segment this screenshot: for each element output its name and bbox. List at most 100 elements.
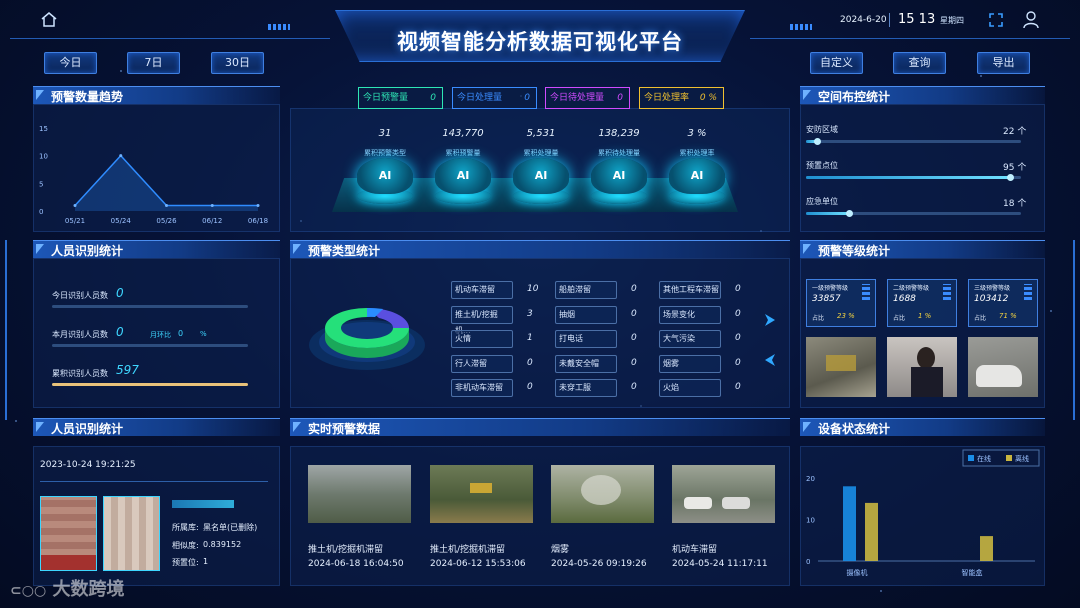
ai-stat-value-1: 31 (378, 128, 392, 139)
top-tag-value: 0 % (699, 93, 717, 103)
space-label-2: 预置点位 (806, 161, 838, 170)
trend-point (73, 203, 77, 207)
alarm-type-15[interactable]: 火焰 (659, 379, 721, 397)
alarm-type-12[interactable]: 烟雾 (659, 354, 721, 373)
header-line-left (10, 38, 330, 39)
alarm-type-11[interactable]: 未戴安全帽 (555, 354, 617, 373)
realtime-type-2: 推土机/挖掘机滞留 (430, 545, 506, 555)
user-icon[interactable] (1023, 11, 1039, 33)
matched-face-photo[interactable] (103, 496, 160, 571)
alarm-type-value-3: 0 (735, 284, 741, 294)
ai-icon-3: AI (513, 158, 569, 194)
home-icon[interactable] (40, 11, 58, 31)
alarm-type-9[interactable]: 大气污染 (659, 330, 721, 348)
custom-button[interactable]: 自定义 (810, 52, 863, 74)
fullscreen-icon[interactable] (988, 12, 1004, 32)
top-tag-3: 今日待处理量 0 (545, 87, 630, 109)
person-month-value: 0 (116, 325, 124, 339)
alarm-type-8[interactable]: 打电话 (555, 330, 617, 348)
alarm-type-13[interactable]: 非机动车滞留 (451, 379, 513, 397)
trend-xtick: 05/26 (156, 217, 177, 225)
space-value-2: 95 个 (1003, 163, 1027, 173)
person-head-shape (917, 347, 935, 369)
alarm-type-6[interactable]: 场景变化 (659, 305, 721, 324)
alarm-type-1[interactable]: 机动车滞留 (451, 281, 513, 299)
space-bar-fill (806, 176, 1010, 179)
space-bar-knob (1007, 174, 1014, 181)
watermark-logo: ⊂○○ 大数跨境 (10, 579, 125, 600)
person-today-label: 今日识别人员数 (52, 291, 108, 300)
alarm-type-5[interactable]: 抽烟 (555, 305, 617, 324)
alarm-type-7[interactable]: 火情 (451, 330, 513, 348)
trend-ytick: 15 (39, 125, 48, 133)
ai-stat-label-4: 累积待处理量 (598, 149, 640, 157)
match-badge (172, 500, 234, 508)
alarm-type-value-6: 0 (735, 308, 741, 319)
type-header: 预警类型统计 (290, 240, 790, 258)
space-value-1: 22 个 (1003, 127, 1027, 137)
alarm-type-value-15: 0 (735, 382, 741, 392)
ai-stat-value-5: 3 % (687, 128, 707, 139)
alarm-type-3[interactable]: 其他工程车滞留 (659, 281, 721, 299)
range-7d-button[interactable]: 7日 (127, 52, 180, 74)
next-arrow-icon[interactable] (764, 312, 776, 331)
level-card-deco-3 (1024, 284, 1032, 300)
device-ytick: 0 (806, 558, 810, 566)
ai-stat-value-2: 143,770 (442, 128, 484, 139)
range-today-button[interactable]: 今日 (44, 52, 97, 74)
header-line-right (750, 38, 1070, 39)
alarm-type-value-2: 0 (631, 284, 637, 294)
person-mom-value: 0 (178, 329, 184, 338)
realtime-photo-4[interactable] (672, 465, 775, 523)
alarm-type-value-11: 0 (631, 357, 637, 368)
ai-stat-label-1: 累积预警类型 (364, 149, 406, 157)
top-tag-2: 今日处理量 0 (452, 87, 537, 109)
ai-stat-value-4: 138,239 (598, 128, 640, 139)
level-photo-3[interactable] (968, 337, 1038, 397)
realtime-photo-2[interactable] (430, 465, 533, 523)
realtime-time-4: 2024-05-24 11:17:11 (672, 559, 768, 569)
level-value: 1688 (893, 294, 916, 304)
alarm-type-value-1: 10 (527, 284, 539, 294)
similarity-value: 0.839152 (203, 540, 242, 549)
captured-face-photo[interactable] (40, 496, 97, 571)
alarm-type-2[interactable]: 船舶滞留 (555, 281, 617, 299)
query-button[interactable]: 查询 (893, 52, 946, 74)
realtime-time-3: 2024-05-26 09:19:26 (551, 559, 647, 569)
library-value: 黑名单(已删除) (203, 523, 258, 532)
person-month-bar (52, 344, 248, 347)
ai-stat-label-3: 累积处理量 (523, 149, 559, 157)
space-label-1: 安防区域 (806, 125, 838, 134)
level-photo-1[interactable] (806, 337, 876, 397)
alarm-type-value-7: 1 (527, 333, 533, 343)
alarm-type-value-9: 0 (735, 333, 741, 343)
realtime-time-1: 2024-06-18 16:04:50 (308, 559, 404, 569)
realtime-type-1: 推土机/挖掘机滞留 (308, 545, 384, 555)
legend-swatch (968, 455, 974, 461)
header-time: 15 13 (898, 12, 936, 27)
legend-label: 在线 (977, 454, 991, 463)
person-stats-header: 人员识别统计 (33, 240, 280, 258)
realtime-photo-3[interactable] (551, 465, 654, 523)
device-bar-离线 (980, 536, 993, 561)
alarm-type-10[interactable]: 行人滞留 (451, 354, 513, 373)
trend-xtick: 06/18 (248, 217, 268, 225)
trend-ytick: 0 (39, 208, 43, 216)
prev-arrow-icon[interactable] (764, 352, 776, 371)
level-name: 三级预警等级 (974, 285, 1011, 292)
person-record-header: 人员识别统计 (33, 418, 280, 436)
level-ratio-label: 占比 (893, 315, 906, 322)
export-button[interactable]: 导出 (977, 52, 1030, 74)
space-bar-knob (814, 138, 821, 145)
vehicle-shape (470, 483, 492, 493)
person-mom-label: 月环比 (150, 331, 171, 339)
realtime-photo-1[interactable] (308, 465, 411, 523)
person-record-time: 2023-10-24 19:21:25 (40, 460, 136, 470)
legend-label: 离线 (1015, 454, 1029, 463)
level-name: 一级预警等级 (812, 285, 849, 292)
range-30d-button[interactable]: 30日 (211, 52, 264, 74)
alarm-type-14[interactable]: 未穿工服 (555, 379, 617, 397)
level-photo-2[interactable] (887, 337, 957, 397)
alarm-type-4[interactable]: 推土机/挖掘机... (451, 305, 513, 335)
realtime-type-3: 烟雾 (551, 545, 570, 555)
